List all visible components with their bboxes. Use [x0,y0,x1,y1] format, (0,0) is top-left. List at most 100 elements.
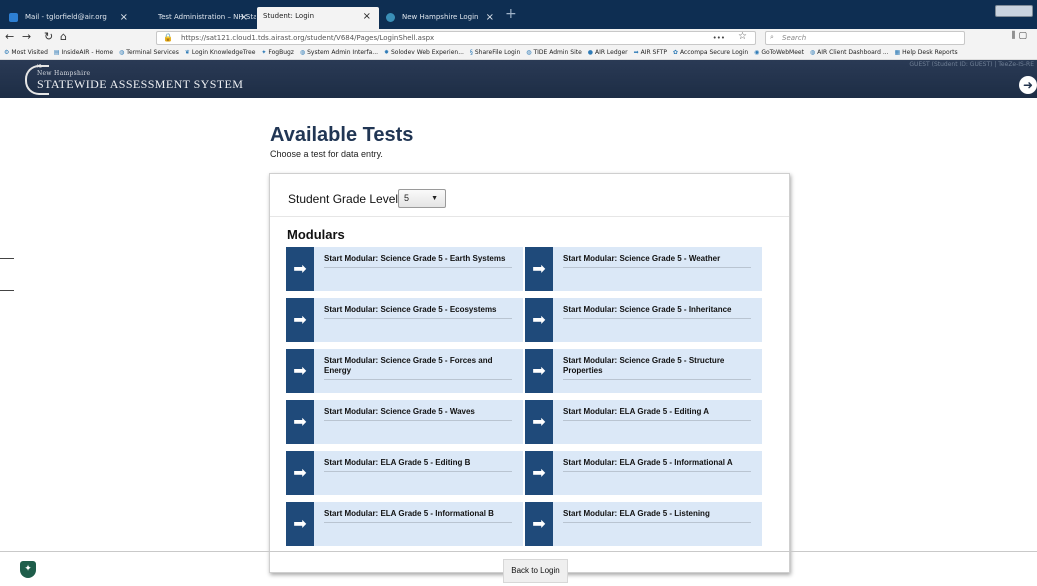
back-icon[interactable]: ← [5,30,14,43]
user-info: GUEST (Student ID: GUEST) | TeeZe-IS-RE [909,61,1034,68]
test-label: Start Modular: ELA Grade 5 - Information… [563,458,751,472]
bookmark-item[interactable]: ◉ GoToWebMeet [754,47,804,59]
report-icon: ▦ [894,49,901,56]
search-input[interactable]: ⌕ Search [765,31,965,45]
arrow-right-icon: ➡ [525,247,553,291]
tab-test-administration[interactable]: Test Administration – NH Stat × [136,8,256,29]
grade-value: 5 [404,193,410,203]
test-label: Start Modular: Science Grade 5 - Waves [324,407,512,421]
divider [0,290,14,291]
bookmark-item[interactable]: ▤ InsideAIR - Home [54,47,113,59]
test-label: Start Modular: Science Grade 5 - Earth S… [324,254,512,268]
forward-icon[interactable]: → [22,30,31,43]
chevron-down-icon: ▼ [431,195,438,202]
globe-icon: ◍ [299,49,306,56]
arrow-icon: ➡ [633,49,639,56]
test-tile[interactable]: ➡ Start Modular: Science Grade 5 - Waves [286,400,523,444]
app-header: ❧ New Hampshire STATEWIDE ASSESSMENT SYS… [0,60,1037,98]
tab-mail[interactable]: Mail - tglorfield@air.org × [3,8,136,29]
test-label: Start Modular: ELA Grade 5 - Editing A [563,407,751,421]
new-tab-button[interactable]: + [505,6,517,22]
bookmark-item[interactable]: ➡ AIR SFTP [634,47,667,59]
library-icon[interactable]: ⫼ ▢ [1011,31,1027,41]
bookmark-item[interactable]: ▦ Help Desk Reports [895,47,958,59]
close-icon[interactable]: × [120,8,128,27]
arrow-right-icon: ➡ [525,451,553,495]
star-icon: ✸ [383,49,389,56]
bookmark-item[interactable]: ⚙ Most Visited [4,47,48,59]
arrow-right-icon: ➡ [286,451,314,495]
bookmark-item[interactable]: ✿ Accompa Secure Login [673,47,748,59]
test-tile[interactable]: ➡ Start Modular: ELA Grade 5 - Editing B [286,451,523,495]
bookmark-item[interactable]: ✦ FogBugz [261,47,294,59]
reload-icon[interactable]: ↻ [44,30,53,43]
home-icon[interactable]: ⌂ [60,30,67,43]
arrow-right-icon: ➡ [525,298,553,342]
globe-icon: ◍ [526,49,532,56]
url-bar[interactable]: 🔒 https://sat121.cloud1.tds.airast.org/s… [156,31,756,45]
test-tile[interactable]: ➡ Start Modular: ELA Grade 5 - Editing A [525,400,762,444]
test-label: Start Modular: Science Grade 5 - Structu… [563,356,751,380]
bookmark-item[interactable]: ◍ AIR Client Dashboard ... [810,47,889,59]
test-tile[interactable]: ➡ Start Modular: Science Grade 5 - Struc… [525,349,762,393]
arrow-right-icon: ➡ [286,400,314,444]
test-label: Start Modular: Science Grade 5 - Forces … [324,356,512,380]
bookmark-item[interactable]: ✸ Solodev Web Experien... [384,47,464,59]
test-tile[interactable]: ➡ Start Modular: ELA Grade 5 - Listening [525,502,762,546]
globe-icon: ◍ [119,49,125,56]
search-placeholder: Search [782,34,807,42]
grade-select[interactable]: 5 ▼ [398,189,446,208]
tab-label: Student: Login [263,12,315,20]
globe-icon [386,13,395,22]
browser-nav-bar: ← → ↻ ⌂ 🔒 https://sat121.cloud1.tds.aira… [0,29,1037,47]
shield-logo-icon: ✦ [20,561,36,578]
gear-icon: ⚙ [4,49,10,56]
close-icon[interactable]: × [240,8,248,27]
test-tile[interactable]: ➡ Start Modular: Science Grade 5 - Force… [286,349,523,393]
bug-icon: ✦ [261,49,267,56]
divider [0,258,14,259]
grade-label: Student Grade Level: [288,192,402,206]
arrow-right-icon: ➡ [286,247,314,291]
test-tile[interactable]: ➡ Start Modular: Science Grade 5 - Ecosy… [286,298,523,342]
page-title: Available Tests [270,124,414,146]
page-actions-icon[interactable]: ••• [713,32,725,44]
test-tile[interactable]: ➡ Start Modular: Science Grade 5 - Inher… [525,298,762,342]
arrow-right-icon: ➡ [286,502,314,546]
bookmark-item[interactable]: ● AIR Ledger [588,47,628,59]
test-tile[interactable]: ➡ Start Modular: ELA Grade 5 - Informati… [286,502,523,546]
bookmark-item[interactable]: ◍ TIDE Admin Site [526,47,582,59]
brand-title: STATEWIDE ASSESSMENT SYSTEM [37,77,244,91]
close-icon[interactable]: × [363,7,371,26]
arrow-right-icon: ➡ [525,502,553,546]
tab-student-login[interactable]: Student: Login × [257,7,379,29]
bookmark-item[interactable]: § ShareFile Login [470,47,520,59]
arrow-right-icon: ➡ [286,349,314,393]
back-to-login-button[interactable]: Back to Login [503,559,568,583]
browser-tab-strip: Mail - tglorfield@air.org × Test Adminis… [0,0,1037,29]
app-window: Mail - tglorfield@air.org × Test Adminis… [0,0,1037,586]
arrow-right-icon: ➡ [286,298,314,342]
tab-label: New Hampshire Login [402,13,479,21]
bookmarks-toolbar: ⚙ Most Visited ▤ InsideAIR - Home ◍ Termina… [0,47,1037,60]
bookmark-item[interactable]: ◍ Terminal Services [119,47,179,59]
window-controls[interactable] [995,5,1033,17]
tab-new-hampshire-login[interactable]: New Hampshire Login × [380,8,502,29]
dot-icon: ● [587,49,593,56]
test-tile[interactable]: ➡ Start Modular: ELA Grade 5 - Informati… [525,451,762,495]
bookmark-star-icon[interactable]: ☆ [738,32,747,43]
bookmark-item[interactable]: ◍ System Admin Interfa... [300,47,378,59]
test-tile[interactable]: ➡ Start Modular: Science Grade 5 - Earth… [286,247,523,291]
section-title: Modulars [287,227,345,242]
gotomeeting-icon: ◉ [754,49,760,56]
page-subtitle: Choose a test for data entry. [270,149,383,159]
logout-icon[interactable]: ➜ [1019,76,1037,94]
bookmark-item[interactable]: ❦ Login KnowledgeTree [185,47,256,59]
tests-card: Student Grade Level: 5 ▼ Modulars ➡ Star… [269,173,790,573]
test-tile[interactable]: ➡ Start Modular: Science Grade 5 - Weath… [525,247,762,291]
globe-icon: ◍ [809,49,816,56]
page-icon: ▤ [53,49,60,56]
test-label: Start Modular: Science Grade 5 - Ecosyst… [324,305,512,319]
close-icon[interactable]: × [486,8,494,27]
divider [270,216,789,217]
